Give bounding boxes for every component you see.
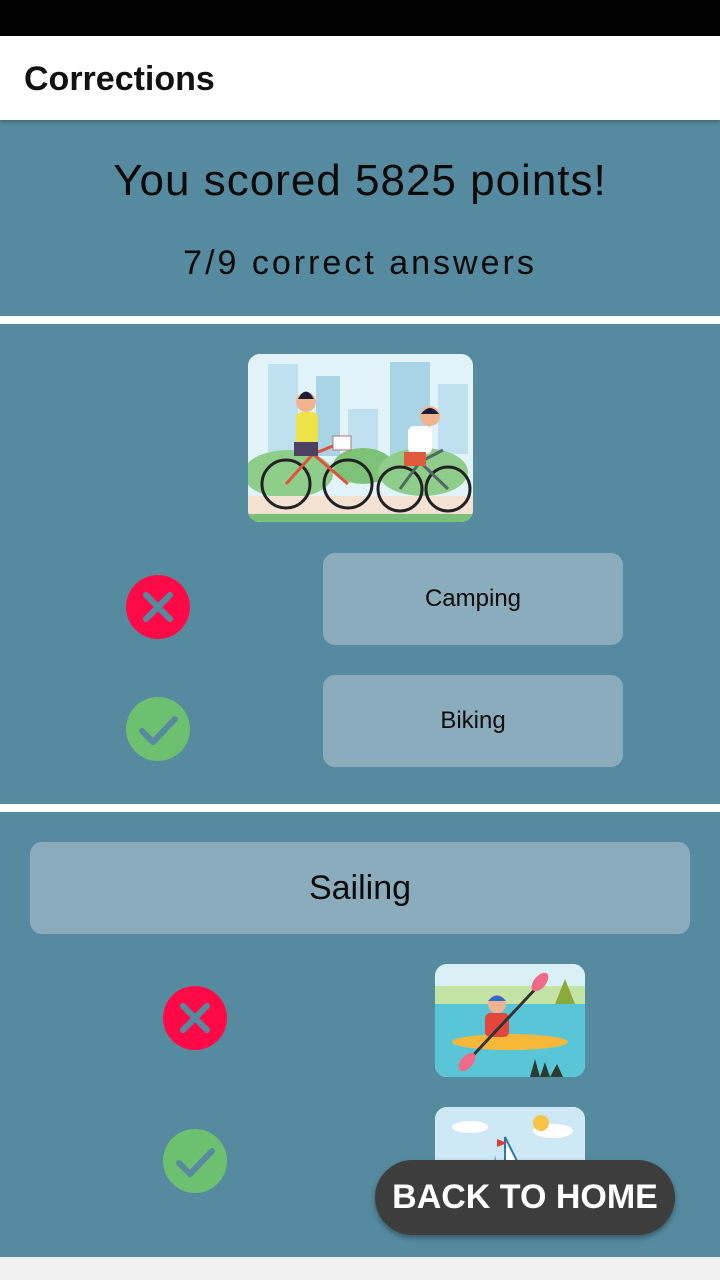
status-bar [0, 0, 720, 36]
score-title: You scored 5825 points! [113, 156, 607, 205]
app-bar: Corrections [0, 36, 720, 120]
question-card-1: Camping Biking [0, 324, 720, 804]
close-icon [163, 986, 227, 1050]
answer-label: Biking [440, 707, 506, 734]
corrections-list[interactable]: You scored 5825 points! 7/9 correct answ… [0, 120, 720, 1257]
close-icon [126, 575, 190, 639]
back-to-home-button[interactable]: BACK TO HOME [375, 1160, 675, 1235]
answer-biking[interactable]: Biking [323, 675, 623, 767]
question-prompt: Sailing [30, 842, 690, 934]
answer-label: Camping [424, 585, 522, 612]
score-panel: You scored 5825 points! 7/9 correct answ… [0, 120, 720, 316]
couple-biking-illustration [248, 354, 473, 522]
prompt-label: Sailing [308, 868, 412, 907]
answer-camping[interactable]: Camping [323, 553, 623, 645]
correct-count: 7/9 correct answers [183, 244, 537, 282]
check-icon [163, 1129, 227, 1193]
kayaking-illustration[interactable] [435, 964, 585, 1077]
page-title: Corrections [24, 60, 215, 98]
check-icon [126, 697, 190, 761]
